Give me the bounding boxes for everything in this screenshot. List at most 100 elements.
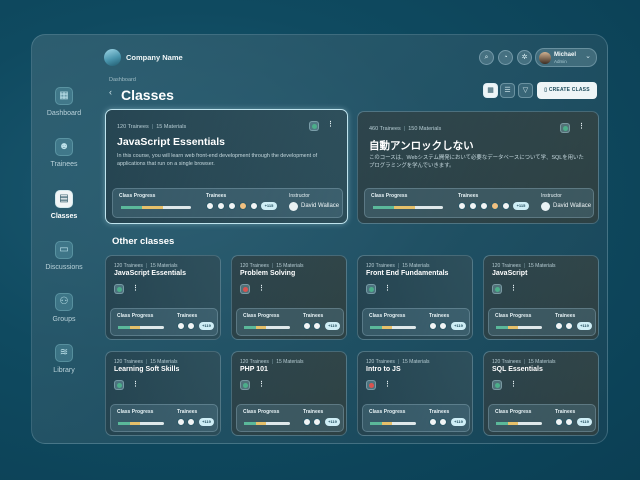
more-trainees-badge[interactable]: +115	[261, 202, 277, 210]
featured-class-card[interactable]: 460 Trainees | 150 Materials 自動アンロックしない このコー…	[357, 111, 599, 224]
search-icon: ⌕	[484, 54, 489, 61]
create-class-button[interactable]: ▯ CREATE CLASS	[537, 82, 597, 99]
trainee-count: 120 Trainees	[492, 359, 521, 365]
class-card[interactable]: 120 Trainees | 15 Materials PHP 101 ⋮ Class P…	[231, 351, 347, 436]
trainee-avatar[interactable]	[177, 322, 185, 330]
more-trainees-badge[interactable]: +119	[325, 322, 340, 330]
more-options-icon[interactable]: ⋮	[132, 284, 139, 292]
trainee-avatar[interactable]	[239, 202, 247, 210]
trainee-avatar[interactable]	[469, 202, 477, 210]
back-arrow-icon[interactable]: ‹	[109, 87, 112, 97]
trainee-avatar[interactable]	[565, 322, 573, 330]
sidebar-item-trainees[interactable]: ☻ Trainees	[40, 138, 88, 168]
class-title: JavaScript Essentials	[117, 136, 225, 148]
class-card[interactable]: 120 Trainees | 15 Materials Front End Funda…	[357, 255, 473, 340]
more-trainees-badge[interactable]: +119	[451, 418, 466, 426]
more-trainees-badge[interactable]: +119	[577, 418, 592, 426]
trainee-avatar[interactable]	[429, 418, 437, 426]
settings-button[interactable]: ✲	[517, 50, 532, 65]
trainee-avatar[interactable]	[250, 202, 258, 210]
trainee-avatar[interactable]	[303, 418, 311, 426]
more-trainees-badge[interactable]: +119	[451, 322, 466, 330]
trainee-avatar[interactable]	[439, 322, 447, 330]
more-options-icon[interactable]: ⋮	[510, 380, 517, 388]
trainee-avatar[interactable]	[565, 418, 573, 426]
status-button[interactable]	[492, 380, 502, 390]
trainee-avatar[interactable]	[187, 322, 195, 330]
search-button[interactable]: ⌕	[479, 50, 494, 65]
status-button[interactable]	[114, 380, 124, 390]
trainee-avatar[interactable]	[187, 418, 195, 426]
status-button[interactable]	[114, 284, 124, 294]
more-options-icon[interactable]: ⋮	[258, 284, 265, 292]
sidebar-item-discussions[interactable]: ▭ Discussions	[40, 241, 88, 271]
trainee-avatar[interactable]	[313, 418, 321, 426]
class-stats-panel: Class Progress Trainees +115 Instructor Davi…	[112, 188, 343, 218]
more-options-icon[interactable]: ⋮	[384, 284, 391, 292]
sidebar-item-dashboard[interactable]: ▦ Dashboard	[40, 87, 88, 117]
trainee-avatar[interactable]	[491, 202, 499, 210]
list-view-button[interactable]: ☰	[500, 83, 515, 98]
breadcrumb[interactable]: Dashboard	[109, 77, 136, 83]
trainee-avatar[interactable]	[555, 322, 563, 330]
more-trainees-badge[interactable]: +119	[199, 418, 214, 426]
filter-icon: ▽	[522, 87, 529, 94]
more-trainees-badge[interactable]: +119	[577, 322, 592, 330]
trainee-avatar[interactable]	[177, 418, 185, 426]
more-options-icon[interactable]: ⋮	[510, 284, 517, 292]
class-card[interactable]: 120 Trainees | 15 Materials JavaScript ⋮ Clas…	[483, 255, 599, 340]
progress-fill-secondary	[130, 326, 140, 329]
trainee-avatar[interactable]	[429, 322, 437, 330]
more-trainees-badge[interactable]: +115	[513, 202, 529, 210]
grid-view-button[interactable]: ▦	[483, 83, 498, 98]
more-trainees-badge[interactable]: +119	[199, 322, 214, 330]
class-stats-panel: Class Progress Trainees +115 Instructor Davi…	[364, 188, 594, 218]
trainee-avatar[interactable]	[555, 418, 563, 426]
user-menu[interactable]: Michael Admin ⌄	[535, 48, 597, 67]
meta-separator: |	[271, 359, 274, 365]
sidebar-item-library[interactable]: ≋ Library	[40, 344, 88, 374]
sidebar-item-label: Trainees	[50, 161, 78, 168]
notifications-button[interactable]: ◔	[498, 50, 513, 65]
more-options-icon[interactable]: ⋮	[384, 380, 391, 388]
progress-bar	[373, 206, 443, 209]
class-card[interactable]: 120 Trainees | 15 Materials JavaScript Esse…	[105, 255, 221, 340]
status-button[interactable]	[240, 380, 250, 390]
filter-button[interactable]: ▽	[518, 83, 533, 98]
sidebar-item-classes[interactable]: ▤ Classes	[40, 190, 88, 220]
sidebar-item-groups[interactable]: ⚇ Groups	[40, 293, 88, 323]
trainee-avatar[interactable]	[439, 418, 447, 426]
more-trainees-badge[interactable]: +119	[325, 418, 340, 426]
featured-class-card[interactable]: 120 Trainees | 15 Materials JavaScript Esse…	[105, 109, 348, 224]
more-options-icon[interactable]: ⋮	[258, 380, 265, 388]
class-card[interactable]: 120 Trainees | 15 Materials Problem Solving…	[231, 255, 347, 340]
more-options-icon[interactable]: ⋮	[578, 122, 585, 130]
more-options-icon[interactable]: ⋮	[327, 120, 334, 128]
trainee-count: 120 Trainees	[366, 359, 395, 365]
more-options-icon[interactable]: ⋮	[132, 380, 139, 388]
trainee-avatar[interactable]	[303, 322, 311, 330]
class-card[interactable]: 120 Trainees | 15 Materials Intro to JS ⋮ Cla…	[357, 351, 473, 436]
trainee-avatar[interactable]	[228, 202, 236, 210]
class-card[interactable]: 120 Trainees | 15 Materials SQL Essentials ⋮…	[483, 351, 599, 436]
class-title: SQL Essentials	[492, 366, 543, 373]
status-dot-icon	[312, 124, 317, 129]
trainee-avatar[interactable]	[480, 202, 488, 210]
status-button[interactable]	[366, 380, 376, 390]
trainee-avatar[interactable]	[313, 322, 321, 330]
status-button[interactable]	[309, 121, 319, 131]
trainee-avatar[interactable]	[458, 202, 466, 210]
instructor-name[interactable]: David Wallace	[553, 203, 591, 209]
status-button[interactable]	[366, 284, 376, 294]
status-button[interactable]	[240, 284, 250, 294]
trainee-avatar[interactable]	[217, 202, 225, 210]
status-dot-icon	[495, 287, 500, 292]
chat-icon: ▭	[55, 241, 73, 259]
status-button[interactable]	[492, 284, 502, 294]
status-button[interactable]	[560, 123, 570, 133]
trainee-avatar[interactable]	[206, 202, 214, 210]
trainee-avatar[interactable]	[502, 202, 510, 210]
material-count: 15 Materials	[402, 359, 430, 365]
instructor-name[interactable]: David Wallace	[301, 203, 339, 209]
class-card[interactable]: 120 Trainees | 15 Materials Learning Soft S…	[105, 351, 221, 436]
